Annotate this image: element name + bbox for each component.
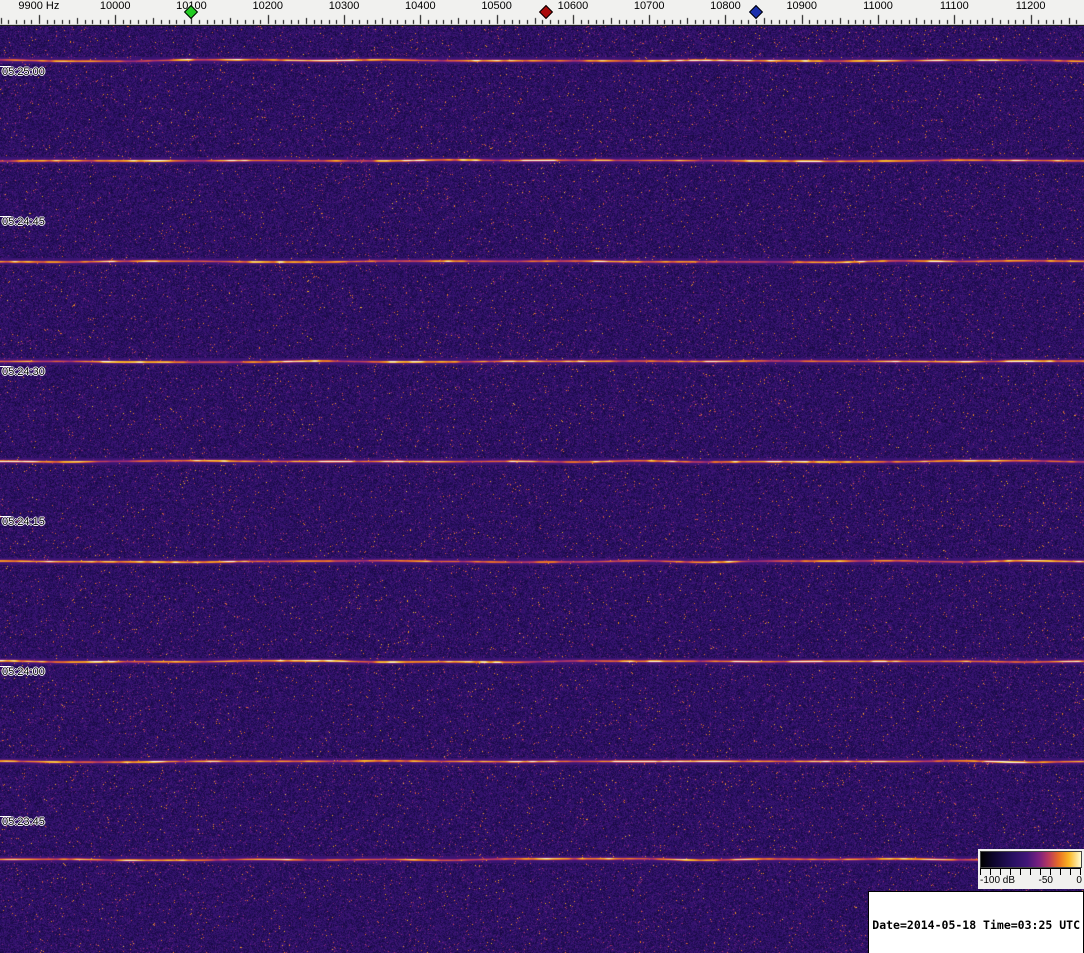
time-tick-label: 05:24:30 <box>2 367 45 378</box>
observation-info-box: Date=2014-05-18 Time=03:25 UTC Freq=143 … <box>868 891 1084 953</box>
spectrogram-waterfall-canvas <box>0 26 1084 953</box>
freq-tick-label: 10000 <box>100 1 131 12</box>
freq-tick-label: 10300 <box>329 1 360 12</box>
freq-tick-label: 10700 <box>634 1 665 12</box>
freq-tick-label: 11000 <box>863 1 893 12</box>
color-gradient-bar <box>980 851 1082 868</box>
legend-label-max: 0 <box>1076 875 1082 887</box>
legend-label-min: -100 dB <box>980 875 1015 887</box>
time-tick: 05:24:00 <box>0 666 70 680</box>
time-tick: 05:23:45 <box>0 816 70 830</box>
time-tick-label: 05:24:00 <box>2 667 45 678</box>
frequency-ruler: 9900 Hz 10000 10100 10200 10300 10400 10… <box>0 0 1084 26</box>
time-tick-label: 05:25:00 <box>2 67 45 78</box>
waterfall-display: 05:25:00 05:24:45 05:24:30 05:24:15 05:2… <box>0 26 1084 953</box>
time-tick: 05:24:15 <box>0 516 70 530</box>
freq-tick-label: 10800 <box>710 1 741 12</box>
legend-labels-row: -100 dB -50 0 <box>980 875 1082 887</box>
freq-tick-label: 10600 <box>558 1 589 12</box>
time-tick-label: 05:24:45 <box>2 217 45 228</box>
freq-tick-label: 11100 <box>940 1 969 12</box>
time-tick: 05:25:00 <box>0 66 70 80</box>
db-color-scale-legend: -100 dB -50 0 <box>978 849 1084 889</box>
info-date-time: Date=2014-05-18 Time=03:25 UTC <box>872 919 1080 932</box>
freq-tick-label: 9900 Hz <box>18 1 59 12</box>
freq-tick-label: 10400 <box>405 1 436 12</box>
time-tick: 05:24:30 <box>0 366 70 380</box>
time-tick-label: 05:24:15 <box>2 517 45 528</box>
freq-tick-label: 10900 <box>786 1 817 12</box>
legend-tick-marks <box>980 868 1081 875</box>
freq-tick-label: 10500 <box>481 1 512 12</box>
time-tick: 05:24:45 <box>0 216 70 230</box>
spectrogram-viewer: 05:25:00 05:24:45 05:24:30 05:24:15 05:2… <box>0 0 1084 953</box>
legend-label-mid: -50 <box>1039 875 1053 887</box>
freq-tick-label: 11200 <box>1016 1 1046 12</box>
time-tick-label: 05:23:45 <box>2 817 45 828</box>
freq-tick-label: 10200 <box>252 1 283 12</box>
